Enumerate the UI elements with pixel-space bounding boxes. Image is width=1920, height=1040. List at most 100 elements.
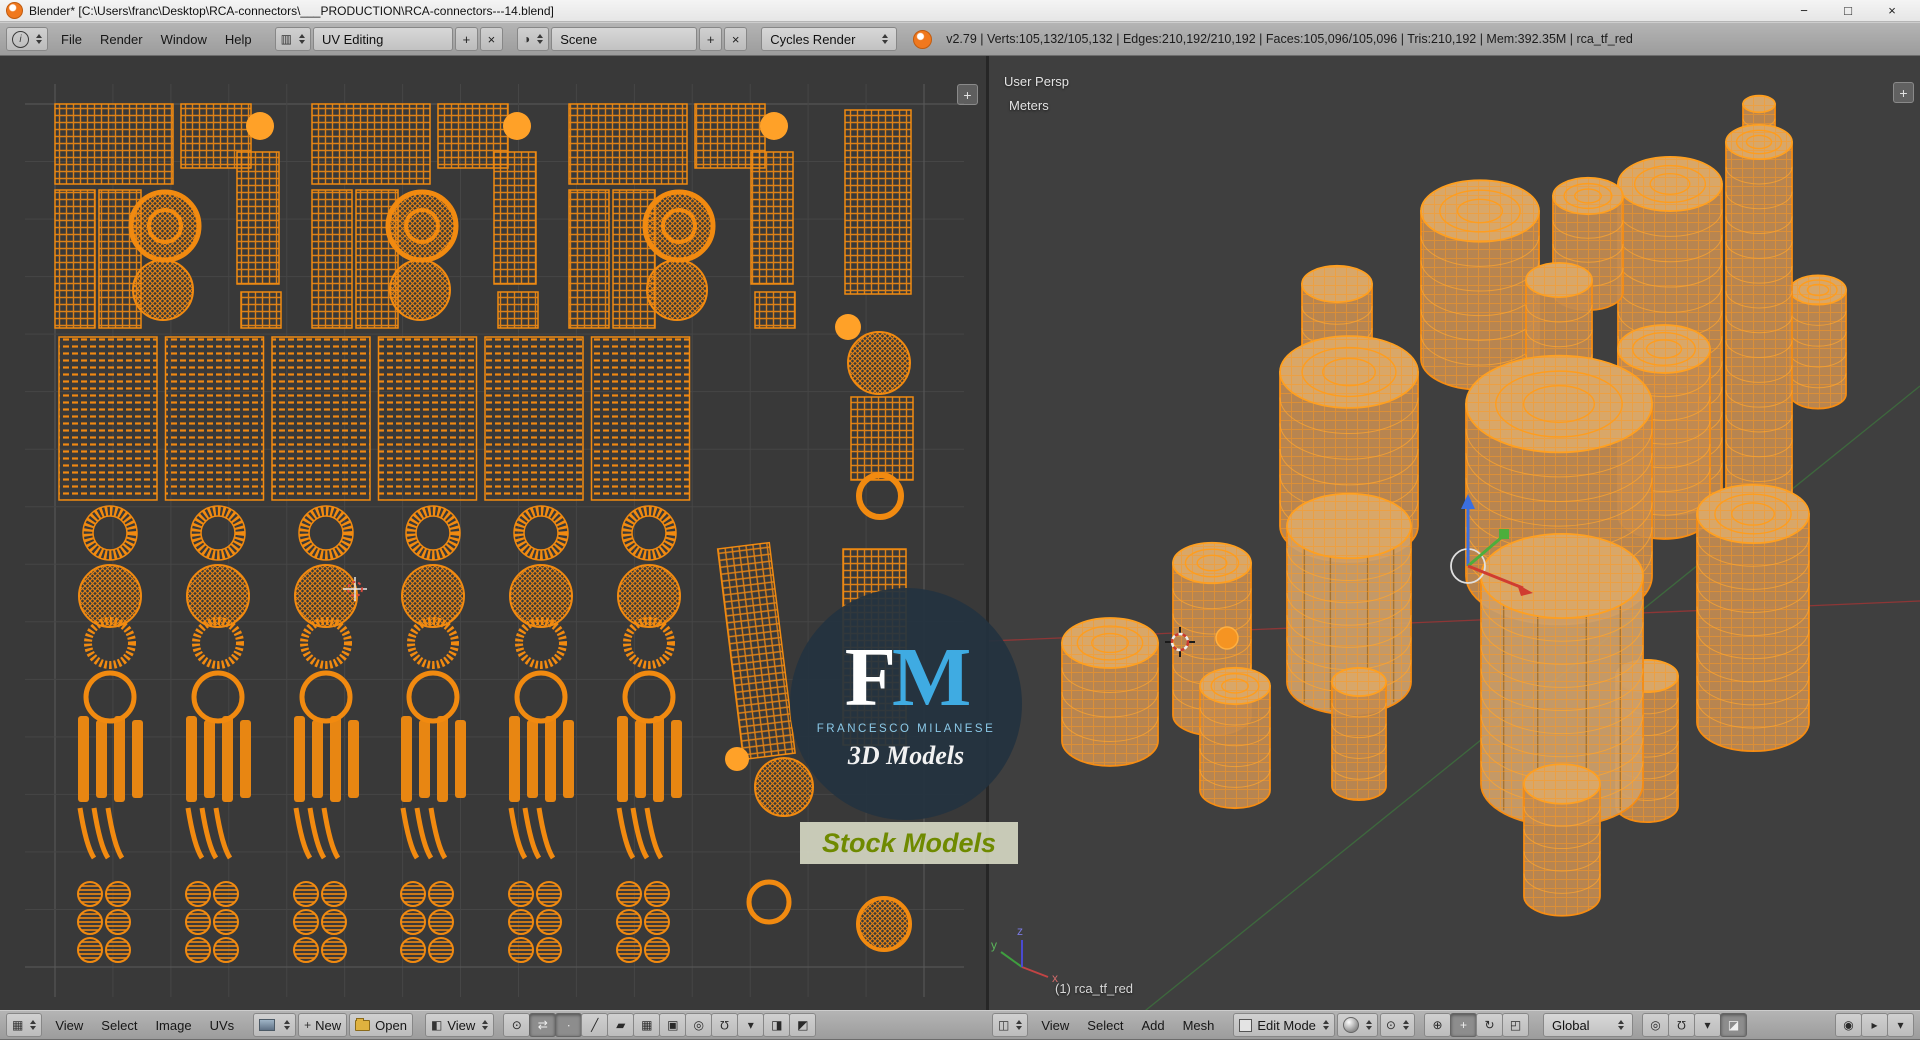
pivot-icon: ⊙ [1385,1018,1396,1032]
opengl-render-anim-icon[interactable]: ▸ [1861,1013,1888,1037]
viewport-menubar: View Select Add Mesh [1032,1011,1223,1039]
editor-type-3d-button[interactable]: ◫ [992,1013,1029,1037]
viewport-region-expand-button[interactable]: + [1893,82,1914,103]
render-slot-icon[interactable]: ◩ [789,1013,817,1037]
screen-layout-delete-button[interactable]: × [479,27,503,51]
close-button[interactable]: × [1870,0,1914,21]
menu-window[interactable]: Window [152,27,216,51]
edit-mode-icon [1239,1018,1253,1032]
minimize-button[interactable]: − [1782,0,1826,21]
image-browse-button[interactable] [253,1013,297,1037]
uv-menu-image[interactable]: Image [146,1013,200,1037]
uv-sync-select-toggle[interactable]: ⇄ [529,1013,557,1037]
sticky-select-dropdown[interactable]: ▣ [659,1013,687,1037]
proportional-edit-dropdown[interactable]: ◎ [685,1013,713,1037]
image-draw-mode-icon[interactable]: ◨ [763,1013,791,1037]
render-icon-strip: ◉ ▸ ▾ [1835,1013,1914,1037]
image-open-button[interactable]: Open [349,1013,413,1037]
watermark-initials: FM [844,631,972,724]
window-titlebar: Blender* [C:\Users\franc\Desktop\RCA-con… [0,0,1920,22]
viewport-shading-dropdown[interactable] [1336,1013,1378,1037]
pivot-center-dropdown[interactable]: ⊙ [1379,1013,1415,1037]
view-mode-icon: ◧ [430,1018,443,1032]
screen-layout-field[interactable]: UV Editing [312,27,453,51]
plus-icon: + [304,1018,312,1032]
viewport-object-info: (1) rca_tf_red [1055,981,1134,996]
manipulator-icon-strip: ⊕ + ↻ ◰ [1423,1013,1529,1037]
pin-icon[interactable]: ⊙ [503,1013,531,1037]
select-edge-icon[interactable]: ╱ [581,1013,609,1037]
select-vertex-icon[interactable]: ∙ [555,1013,583,1037]
snap-icon-strip: ◎ Ω ▾ ◪ [1641,1013,1747,1037]
screen-layout-add-button[interactable]: + [454,27,478,51]
uv-menubar: View Select Image UVs [46,1011,243,1039]
v3d-menu-add[interactable]: Add [1132,1013,1173,1037]
uv-editor-mode-dropdown[interactable]: ◧ View [424,1013,495,1037]
mode-dropdown[interactable]: Edit Mode [1233,1013,1335,1037]
image-icon [259,1019,276,1031]
uv-menu-select[interactable]: Select [92,1013,146,1037]
viewport-persp-label: User Persp [1004,74,1070,89]
maximize-button[interactable]: □ [1826,0,1870,21]
scene-field[interactable]: Scene [551,27,698,51]
uv-menu-view[interactable]: View [46,1013,92,1037]
watermark-tagline: 3D Models [847,741,965,770]
editor-type-arrows [36,34,42,44]
snap-magnet-toggle[interactable]: Ω [711,1013,739,1037]
uv-icon-strip: ⊙ ⇄ ∙ ╱ ▰ ▦ ▣ ◎ Ω ▾ ◨ ◩ [503,1013,817,1037]
manipulator-toggle[interactable]: ⊕ [1423,1013,1451,1037]
orientation-dropdown[interactable]: Global [1542,1013,1633,1037]
manip-translate-icon[interactable]: + [1449,1013,1477,1037]
viewport-units-label: Meters [1009,98,1049,113]
folder-icon [355,1017,371,1031]
uv-editor-header: ▦ View Select Image UVs + New Open ◧ View ⊙… [0,1010,986,1040]
watermark-logo: FM FRANCESCO MILANESE 3D Models [790,588,1022,820]
menu-render[interactable]: Render [91,27,152,51]
select-island-icon[interactable]: ▦ [633,1013,661,1037]
watermark-stock-label: Stock Models [800,822,1018,864]
limit-selection-toggle[interactable]: ◪ [1719,1013,1747,1037]
blender-logo-icon [6,2,23,19]
menu-help[interactable]: Help [216,27,261,51]
image-new-button[interactable]: + New [298,1013,348,1037]
snap-target-dropdown[interactable]: ▾ [737,1013,765,1037]
render-engine-select[interactable]: Cycles Render [761,27,898,51]
v3d-menu-select[interactable]: Select [1078,1013,1132,1037]
viewport-header: ◫ View Select Add Mesh Edit Mode ⊙ ⊕ + ↻ ◰ Glo… [986,1010,1920,1040]
menu-file[interactable]: File [52,27,91,51]
info-editor-icon: i [12,30,29,48]
scene-icon: ◑ [522,32,531,46]
shading-sphere-icon [1342,1017,1359,1033]
v3d-menu-mesh[interactable]: Mesh [1174,1013,1224,1037]
scene-browse-button[interactable]: ◑ [516,27,550,51]
scene-add-button[interactable]: + [699,27,723,51]
scene-delete-button[interactable]: × [724,27,748,51]
opengl-render-image-icon[interactable]: ◉ [1835,1013,1862,1037]
manip-rotate-icon[interactable]: ↻ [1475,1013,1503,1037]
window-title: Blender* [C:\Users\franc\Desktop\RCA-con… [29,3,554,18]
select-face-icon[interactable]: ▰ [607,1013,635,1037]
header-collapse-dropdown[interactable]: ▾ [1887,1013,1914,1037]
editor-type-info-button[interactable]: i [6,27,48,51]
v3d-menu-view[interactable]: View [1032,1013,1078,1037]
uv-region-expand-button[interactable]: + [957,84,978,105]
screen-layout-browse-button[interactable]: ▥ [274,27,311,51]
blender-logo-icon [913,29,933,49]
window-controls: − □ × [1782,0,1914,21]
uv-menu-uvs[interactable]: UVs [201,1013,244,1037]
manip-scale-icon[interactable]: ◰ [1501,1013,1529,1037]
viewport-editor-icon: ◫ [998,1018,1010,1032]
svg-text:y: y [991,938,997,952]
proportional-edit-dropdown[interactable]: ◎ [1641,1013,1669,1037]
snap-element-dropdown[interactable]: ▾ [1693,1013,1721,1037]
screen-layout-icon: ▥ [280,32,292,46]
snap-magnet-toggle[interactable]: Ω [1667,1013,1695,1037]
info-menubar: File Render Window Help [52,23,261,55]
svg-text:z: z [1017,924,1023,938]
editor-type-uv-button[interactable]: ▦ [6,1013,43,1037]
uv-image-editor-canvas[interactable]: + [0,56,986,1010]
info-header: i File Render Window Help ▥ UV Editing + × … [0,22,1920,56]
watermark-name: FRANCESCO MILANESE [816,723,996,735]
viewport-3d-canvas[interactable]: x y z User Persp Meters (1) rca_tf_red + [986,56,1920,1010]
scene-stats: v2.79 | Verts:105,132/105,132 | Edges:21… [946,32,1633,46]
